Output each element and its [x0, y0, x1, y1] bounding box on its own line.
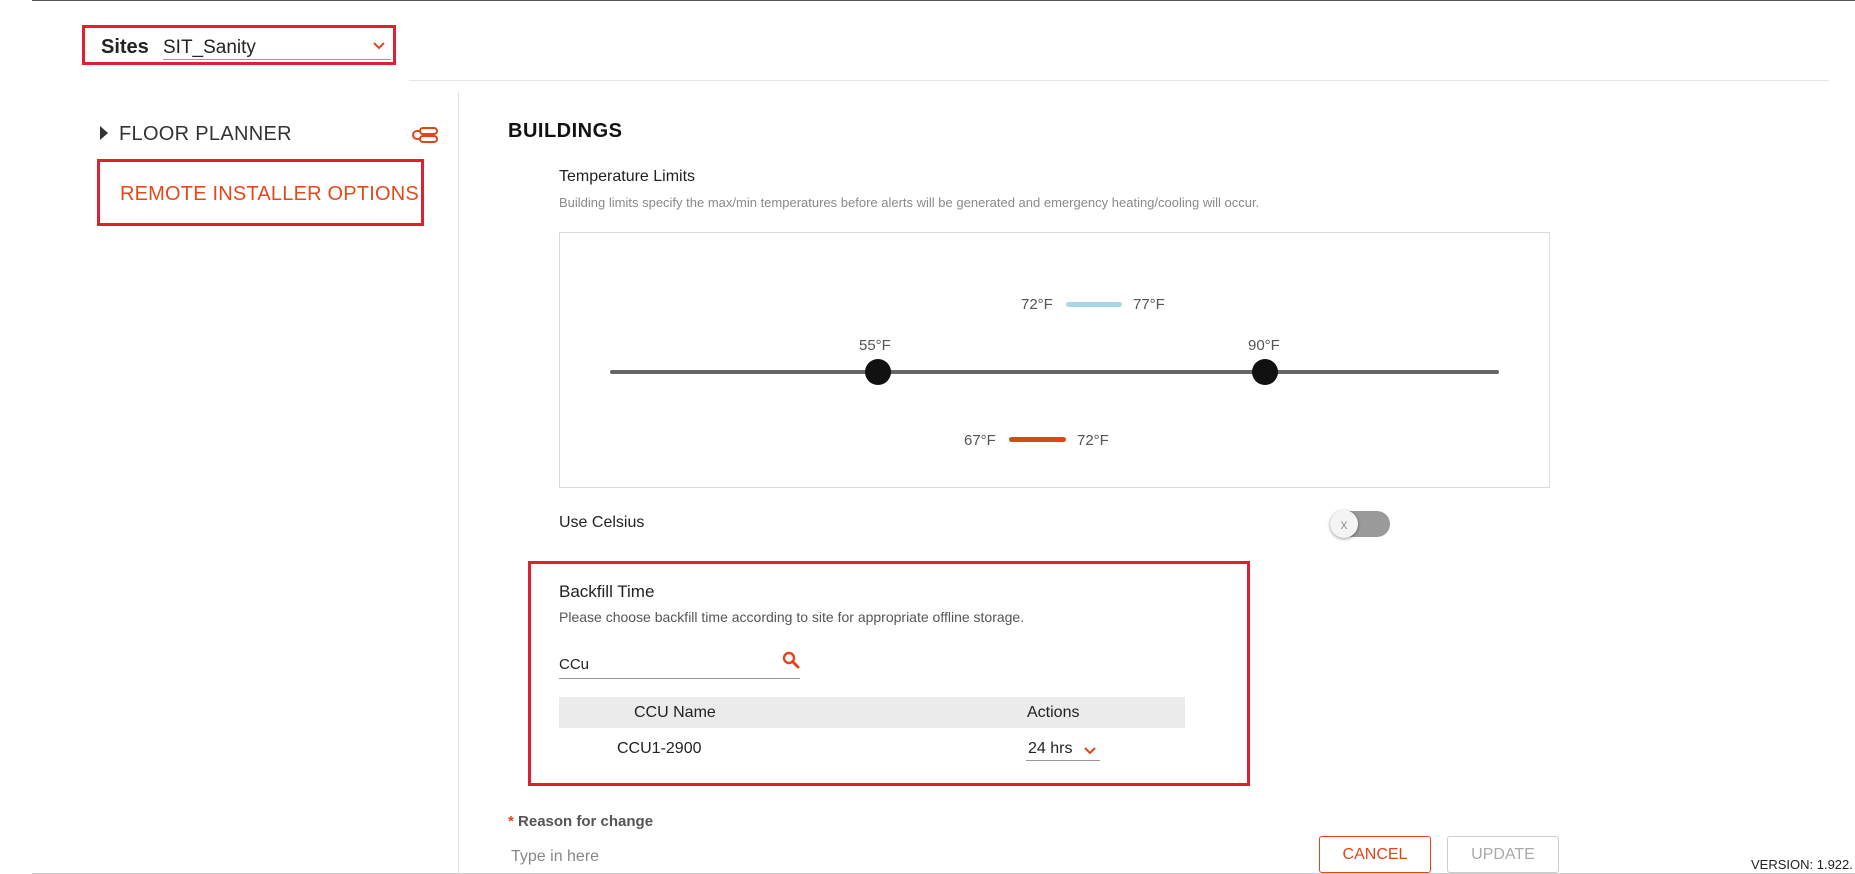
reason-label-text: Reason for change [518, 813, 654, 830]
sites-dropdown[interactable]: SIT_Sanity [163, 37, 391, 60]
page-title: BUILDINGS [508, 120, 623, 142]
caret-right-icon[interactable] [100, 126, 108, 140]
update-button[interactable]: UPDATE [1447, 836, 1559, 873]
required-marker: * [508, 813, 514, 830]
chevron-down-icon[interactable] [1082, 740, 1098, 760]
sidebar-item-remote-installer-options[interactable]: REMOTE INSTALLER OPTIONS [120, 183, 419, 206]
backfill-time-value: 24 hrs [1028, 740, 1073, 757]
backfill-description: Please choose backfill time according to… [559, 609, 1025, 625]
building-limit-max-label: 90°F [1248, 337, 1280, 354]
temperature-limits-description: Building limits specify the max/min temp… [559, 195, 1260, 210]
heating-min-label: 67°F [964, 432, 996, 449]
cooling-range-bar [1066, 302, 1122, 307]
backfill-title: Backfill Time [559, 582, 655, 601]
reason-input[interactable] [511, 845, 1211, 869]
column-header-ccu-name: CCU Name [634, 704, 716, 721]
sites-selected-value: SIT_Sanity [163, 37, 256, 58]
temperature-limits-title: Temperature Limits [559, 168, 696, 185]
heating-max-label: 72°F [1077, 432, 1109, 449]
reason-label: * Reason for change [508, 813, 653, 830]
top-border [32, 0, 1855, 1]
building-limit-min-handle[interactable] [865, 359, 891, 385]
heating-range-bar [1009, 437, 1066, 442]
sites-label: Sites [101, 36, 149, 58]
header-divider [409, 80, 1829, 81]
building-limit-max-handle[interactable] [1252, 359, 1278, 385]
building-limit-min-label: 55°F [859, 337, 891, 354]
floor-planner-toggle-icon[interactable] [411, 125, 439, 145]
ccu-name-cell: CCU1-2900 [617, 740, 702, 757]
cooling-max-label: 77°F [1133, 296, 1165, 313]
search-icon[interactable] [782, 651, 800, 669]
cooling-min-label: 72°F [1021, 296, 1053, 313]
chevron-down-icon[interactable] [370, 33, 388, 57]
ccu-search-input[interactable] [559, 650, 800, 679]
sidebar-item-floor-planner[interactable]: FLOOR PLANNER [119, 123, 292, 146]
use-celsius-label: Use Celsius [559, 514, 645, 531]
column-header-actions: Actions [1027, 704, 1080, 721]
sidebar-divider [458, 92, 459, 874]
version-label: VERSION: 1.922. [1751, 857, 1853, 872]
building-limit-slider-track[interactable] [610, 370, 1499, 374]
cancel-button[interactable]: CANCEL [1319, 836, 1431, 873]
temperature-limits-panel [559, 232, 1550, 488]
toggle-off-icon[interactable]: x [1330, 510, 1358, 538]
